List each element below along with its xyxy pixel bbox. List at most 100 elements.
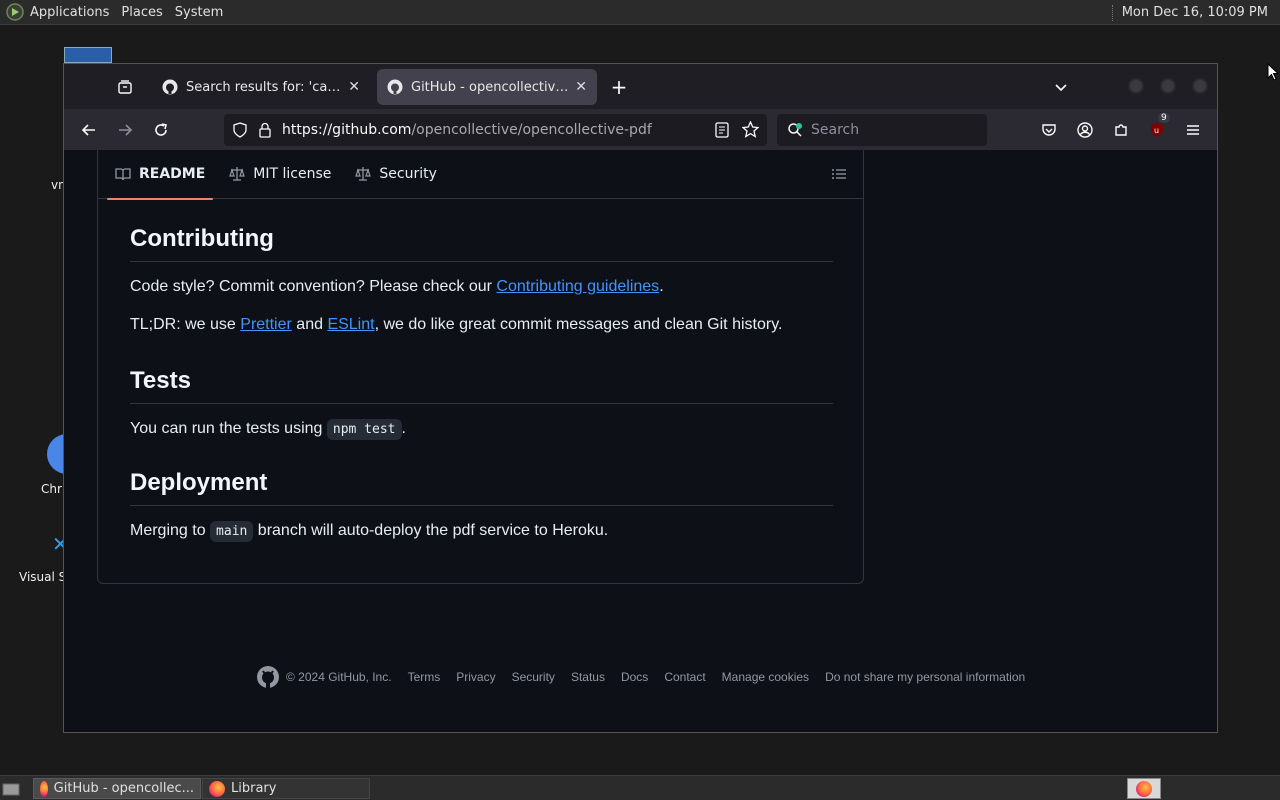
text-span: , we do like great commit messages and c… xyxy=(374,316,783,333)
heading-deployment: Deployment xyxy=(130,469,833,506)
system-menu-label: System xyxy=(174,4,224,20)
book-icon xyxy=(115,168,131,181)
system-menu[interactable]: System xyxy=(169,0,229,25)
maximize-button[interactable] xyxy=(1160,78,1176,94)
url-bar[interactable]: https://github.com/opencollective/openco… xyxy=(224,114,767,146)
heading-tests: Tests xyxy=(130,367,833,404)
tab-search-results[interactable]: Search results for: 'card' ✕ xyxy=(152,69,370,105)
eslint-link[interactable]: ESLint xyxy=(327,316,374,333)
ublock-origin-icon: u xyxy=(1151,123,1163,137)
readme-box: README MIT license Security Contributing… xyxy=(97,150,864,584)
tab-security-label: Security xyxy=(379,166,437,182)
footer-link-manage-cookies[interactable]: Manage cookies xyxy=(722,670,809,684)
github-icon xyxy=(162,79,178,95)
tab-overview-button[interactable] xyxy=(114,76,136,98)
bottom-taskbar: GitHub - opencollec... Library xyxy=(0,775,1280,800)
footer-link-status[interactable]: Status xyxy=(571,670,605,684)
scale-icon xyxy=(229,167,246,181)
back-button[interactable] xyxy=(78,119,100,141)
tab-mit-license[interactable]: MIT license xyxy=(221,150,339,199)
desktop-icon-label-chrome[interactable]: Chr xyxy=(41,482,62,496)
contributing-paragraph-2: TL;DR: we use Prettier and ESLint, we do… xyxy=(130,316,833,334)
footer-link-do-not-share[interactable]: Do not share my personal information xyxy=(825,670,1025,684)
forward-arrow-icon xyxy=(119,124,133,136)
bookmark-star-icon[interactable] xyxy=(742,121,759,138)
applications-menu[interactable]: Applications xyxy=(0,0,115,25)
desktop-icon-label-vscode[interactable]: Visual S xyxy=(19,570,66,584)
github-logo-icon[interactable] xyxy=(256,665,280,689)
text-span: TL;DR: we use xyxy=(130,316,241,333)
contributing-paragraph-1: Code style? Commit convention? Please ch… xyxy=(130,278,833,296)
close-window-button[interactable] xyxy=(1192,78,1208,94)
tests-paragraph: You can run the tests using npm test. xyxy=(130,419,833,440)
text-span: . xyxy=(659,278,664,295)
workspace-firefox-icon xyxy=(1136,780,1152,797)
firefox-icon xyxy=(40,780,48,797)
tab-close-icon[interactable]: ✕ xyxy=(348,79,360,95)
mouse-cursor-icon xyxy=(1267,63,1279,81)
minimize-button[interactable] xyxy=(1128,78,1144,94)
list-unordered-icon xyxy=(832,169,846,179)
tab-readme-label: README xyxy=(139,166,206,182)
ublock-button[interactable]: u 9 xyxy=(1146,113,1170,141)
prettier-link[interactable]: Prettier xyxy=(240,316,292,333)
pocket-button[interactable] xyxy=(1038,119,1060,141)
url-text: https://github.com/opencollective/openco… xyxy=(282,122,652,138)
section-tests: Tests You can run the tests using npm te… xyxy=(130,367,833,440)
text-span: You can run the tests using xyxy=(130,420,327,437)
svg-text:u: u xyxy=(1154,126,1159,135)
github-icon xyxy=(387,79,403,95)
firefox-icon xyxy=(209,780,225,797)
show-desktop-icon xyxy=(2,783,20,795)
footer-link-security[interactable]: Security xyxy=(512,670,555,684)
extension-badge: 9 xyxy=(1158,113,1170,123)
text-span: . xyxy=(401,420,406,437)
footer-link-terms[interactable]: Terms xyxy=(408,670,441,684)
url-path: /opencollective/opencollective-pdf xyxy=(411,122,652,138)
hamburger-menu-icon xyxy=(1187,125,1199,135)
text-span: Code style? Commit convention? Please ch… xyxy=(130,278,497,295)
search-icon xyxy=(788,123,802,137)
app-menu-button[interactable] xyxy=(1182,119,1204,141)
desktop-folder-icon[interactable] xyxy=(64,47,112,63)
account-button[interactable] xyxy=(1074,119,1096,141)
contributing-guidelines-link[interactable]: Contributing guidelines xyxy=(496,278,659,295)
places-menu-label: Places xyxy=(121,4,163,20)
search-input[interactable]: Search xyxy=(777,114,987,146)
footer-copyright: © 2024 GitHub, Inc. xyxy=(286,670,392,684)
reload-icon xyxy=(155,123,167,136)
tab-title: Search results for: 'card' xyxy=(186,79,343,95)
applications-menu-label: Applications xyxy=(30,4,110,20)
places-menu[interactable]: Places xyxy=(115,0,168,25)
footer-link-contact[interactable]: Contact xyxy=(664,670,705,684)
list-all-tabs-button[interactable] xyxy=(1050,76,1072,98)
extensions-button[interactable] xyxy=(1110,119,1132,141)
section-deployment: Deployment Merging to main branch will a… xyxy=(130,469,833,542)
forward-button[interactable] xyxy=(114,119,136,141)
workspace-switcher[interactable] xyxy=(1127,778,1161,799)
url-host: https://github.com xyxy=(282,122,412,138)
text-span: branch will auto-deploy the pdf service … xyxy=(253,522,609,539)
tab-readme[interactable]: README xyxy=(107,150,214,200)
pocket-icon xyxy=(1042,124,1056,136)
tab-close-icon[interactable]: ✕ xyxy=(575,79,587,95)
tab-github-active[interactable]: GitHub - opencollective/opencollective-p… xyxy=(377,69,597,105)
tab-security[interactable]: Security xyxy=(347,150,445,199)
footer-link-docs[interactable]: Docs xyxy=(621,670,648,684)
section-contributing: Contributing Code style? Commit conventi… xyxy=(130,225,833,334)
shield-icon xyxy=(233,122,247,138)
search-placeholder: Search xyxy=(811,122,860,138)
footer-link-privacy[interactable]: Privacy xyxy=(456,670,495,684)
show-desktop-button[interactable] xyxy=(2,778,24,799)
navigation-toolbar: https://github.com/opencollective/openco… xyxy=(64,109,1217,150)
outline-button[interactable] xyxy=(831,166,847,186)
new-tab-button[interactable]: + xyxy=(608,75,630,99)
tab-overview-icon xyxy=(118,80,132,94)
scale-icon xyxy=(355,167,372,181)
lock-icon xyxy=(259,122,271,138)
taskbar-item-library[interactable]: Library xyxy=(202,778,370,799)
reload-button[interactable] xyxy=(150,119,172,141)
taskbar-item-firefox-github[interactable]: GitHub - opencollec... xyxy=(33,778,201,799)
panel-clock[interactable]: Mon Dec 16, 10:09 PM xyxy=(1111,0,1268,25)
reader-view-icon[interactable] xyxy=(715,122,729,138)
